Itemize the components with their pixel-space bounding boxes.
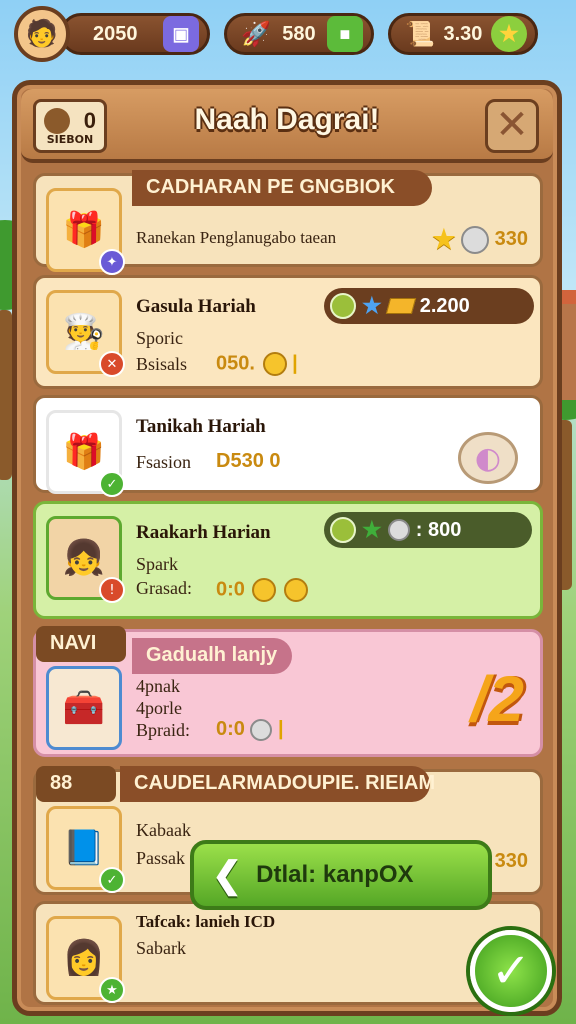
resource-1-value: 2050 [93,22,138,45]
badge-icon: ✓ [99,867,125,893]
season-label: SIEBON [46,133,94,146]
row-sub: Kabaak [136,820,191,840]
scroll-icon: 📜 [405,20,435,48]
resource-2[interactable]: 🚀 580 ■ [224,13,374,55]
row-name: Tafcak: lanieh ICD [136,912,276,931]
star-icon: ★ [432,224,456,254]
back-button-label: Dtlal: kanpOX [256,861,414,888]
gift-icon: 🎁 ✓ [46,410,125,497]
silver-coin-icon [461,225,490,254]
resource-3[interactable]: 📜 3.30 ★ [388,13,538,55]
box-icon: ▣ [163,16,199,52]
badge-icon: ✦ [99,249,125,275]
gift-icon: 🎁 ✦ [46,188,125,275]
character-icon: 👩 ★ [46,916,125,1003]
badge-icon: ✕ [99,351,125,377]
claim-button[interactable]: ◐ [458,432,518,484]
row-tag: NAVI [36,626,126,662]
row-name: Tanikah Hariah [136,416,266,437]
row-sub: Grasad: [136,578,192,598]
resource-1[interactable]: 2050 ▣ [60,13,210,55]
row-reward: 0:0 [216,578,309,602]
row-sub: Fsasion [136,452,192,472]
row-name: Gasula Hariah [136,296,256,317]
silver-coin-icon [387,519,410,541]
quest-row[interactable]: NAVI 🧰 Gadualh lanjy 4pnak 4porle Bpraid… [33,626,543,757]
resource-3-value: 3.30 [443,22,483,45]
player-avatar[interactable]: 🧑 [14,6,70,62]
quest-row[interactable]: 👩 ★ Tafcak: lanieh ICD Sabark [33,901,543,1005]
row-sub: Sporic [136,328,183,348]
reward-pill: ★ 2.200 [324,288,534,324]
row-sub: Bsisals [136,354,188,374]
bag-icon [44,108,70,134]
character-icon: 👧! [46,516,125,603]
row-sub: 4porle [136,698,182,718]
back-button[interactable]: ❮ Dtlal: kanpOX [190,840,492,910]
row-banner: CAUDELARMADOUPIE. RIEIAM [120,766,435,802]
gem-icon: ★ [362,293,382,318]
confirm-button[interactable]: ✓ [470,930,552,1012]
row-sub: Passak [136,848,185,868]
row-name: Ranekan Penglanugabo taean [136,228,337,247]
quest-row[interactable]: 🎁 ✓ Tanikah Hariah Fsasion D530 0 ◐ [33,395,543,497]
season-badge[interactable]: 0 SIEBON [33,99,107,153]
close-button[interactable]: ✕ [485,99,539,153]
season-number: 0 [83,108,96,133]
badge-icon: ★ [99,977,125,1003]
gold-bar-icon [385,298,416,314]
panel-header: 0 SIEBON Naah Dagrai! ✕ [21,89,553,163]
character-icon: 🧑‍🍳 ✕ [46,290,125,377]
resource-2-value: 580 [282,22,316,45]
row-sub: Sabark [136,938,186,958]
green-box-icon: ■ [326,16,363,52]
progress-number: /2 [470,663,524,735]
row-reward: 050. | [216,352,298,376]
row-sub: Bpraid: [136,720,190,740]
row-name: Raakarh Harian [136,522,271,543]
row-name: Gadualh lanjy [132,638,292,674]
row-sub: Spark [136,554,178,574]
reward-pill: ★: 800 [324,512,532,548]
book-icon: 📘 ✓ [46,806,125,893]
quest-row[interactable]: 👧! Raakarh Harian Spark Grasad: 0:0 ★: 8… [33,501,543,619]
row-reward: 0:0 | [216,718,284,741]
top-bar: 🧑 2050 ▣ 🚀 580 ■ 📜 3.30 ★ [14,6,562,62]
row-banner: CADHARAN PE GNGBIOK [132,170,432,206]
panel-title: Naah Dagrai! [194,103,380,136]
badge-icon: ! [99,577,125,603]
row-tag: 88 [36,766,116,802]
rocket-icon: 🚀 [241,20,271,48]
star-icon: ★ [490,16,527,52]
arrow-left-icon: ❮ [212,854,243,895]
quest-row[interactable]: 🧑‍🍳 ✕ Gasula Hariah Sporic Bsisals 050. |… [33,275,543,389]
chest-icon: 🧰 [46,666,122,750]
row-reward: ★ 330 [432,224,528,254]
row-reward: D530 0 [216,450,281,472]
badge-icon: ✓ [99,471,125,497]
leaf-icon: ★ [362,517,382,542]
quest-row[interactable]: 🎁 ✦ CADHARAN PE GNGBIOK Ranekan Penglanug… [33,170,543,275]
row-sub: 4pnak [136,676,180,696]
